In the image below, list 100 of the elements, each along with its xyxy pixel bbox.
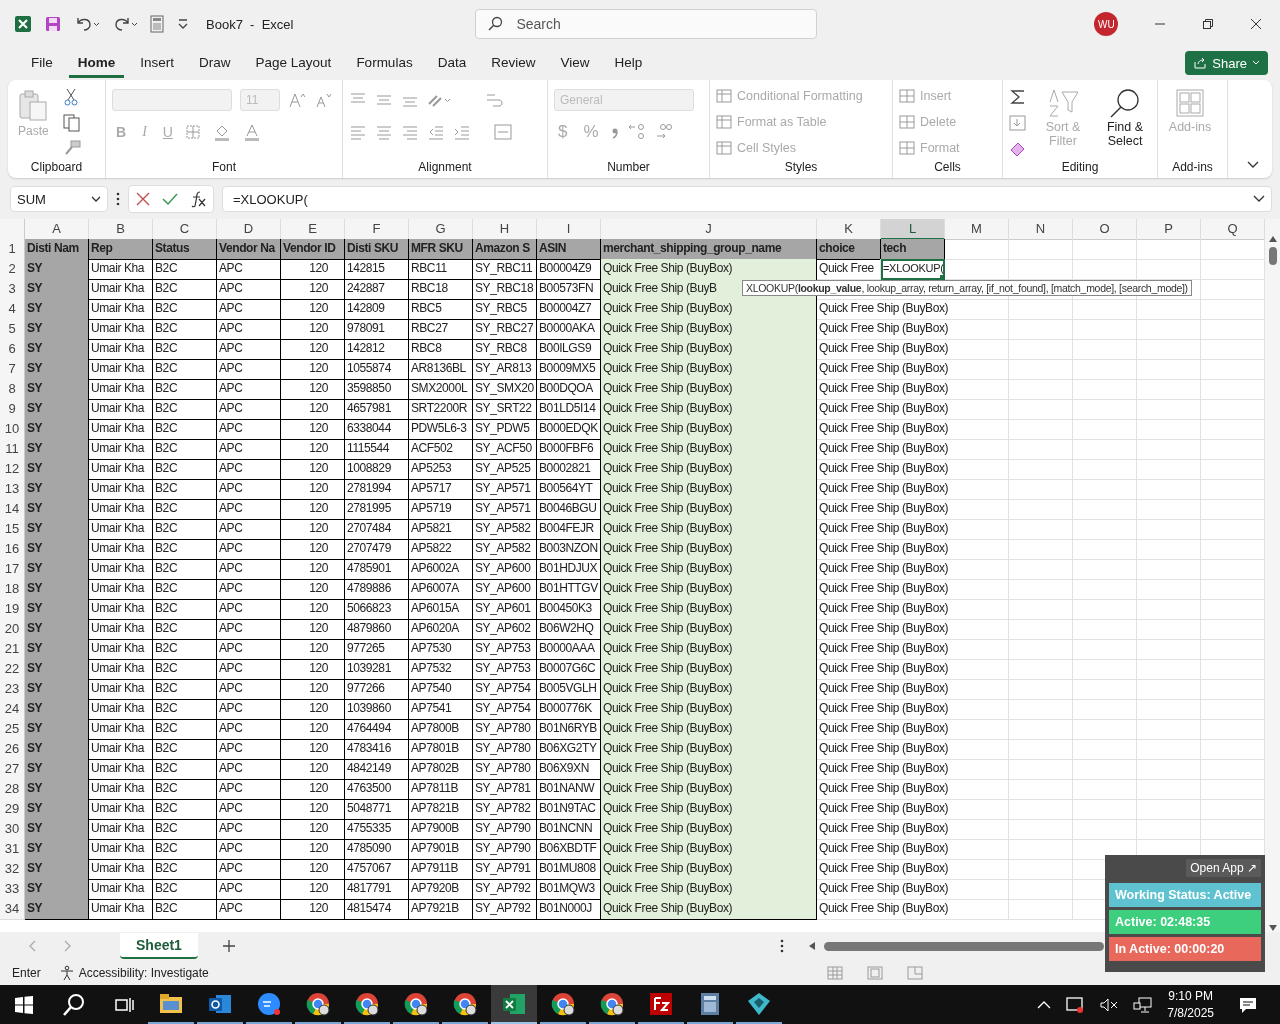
redo-icon[interactable] xyxy=(112,15,138,33)
close-icon[interactable] xyxy=(1250,18,1263,30)
add-sheet-icon[interactable] xyxy=(221,939,236,953)
ribbon-tab[interactable]: Help xyxy=(605,48,652,78)
ribbon-tab[interactable]: Home xyxy=(68,48,125,78)
row-number[interactable]: 31 xyxy=(0,839,25,860)
formula-field[interactable]: =XLOOKUP( xyxy=(222,186,1272,212)
ribbon-tab[interactable]: View xyxy=(551,48,599,78)
more-options-icon[interactable] xyxy=(779,939,784,953)
row-number[interactable]: 26 xyxy=(0,739,25,760)
customize-toolbar-icon[interactable] xyxy=(176,17,190,31)
user-avatar[interactable]: WU xyxy=(1094,12,1119,36)
insert-function-icon[interactable] xyxy=(189,190,207,208)
row-number[interactable]: 22 xyxy=(0,659,25,680)
ribbon-tab[interactable]: File xyxy=(22,48,62,78)
share-button[interactable]: Share xyxy=(1185,51,1268,75)
row-number[interactable]: 8 xyxy=(0,379,25,400)
calculator-icon[interactable] xyxy=(150,15,164,33)
row-number[interactable]: 19 xyxy=(0,599,25,620)
clock-time[interactable]: 9:10 PM xyxy=(1168,987,1213,1005)
collapse-ribbon-icon[interactable] xyxy=(1246,160,1260,170)
expand-icon[interactable] xyxy=(1253,195,1265,203)
row-number[interactable]: 11 xyxy=(0,439,25,460)
open-app-link[interactable]: Open App ↗ xyxy=(1186,859,1261,877)
row-number[interactable]: 9 xyxy=(0,399,25,420)
sheet-tab[interactable]: Sheet1 xyxy=(120,933,198,959)
notifications-icon[interactable] xyxy=(1238,995,1258,1014)
accessibility-status[interactable]: Accessibility: Investigate xyxy=(58,964,209,981)
scrollbar-thumb[interactable] xyxy=(823,941,1104,951)
column-header[interactable]: P xyxy=(1137,219,1201,240)
scroll-up-icon[interactable] xyxy=(1267,235,1278,243)
restore-icon[interactable] xyxy=(1202,18,1215,30)
autosum-icon[interactable] xyxy=(1009,88,1027,106)
clock-date[interactable]: 7/8/2025 xyxy=(1167,1004,1214,1022)
active-cell[interactable]: =XLOOKUP( xyxy=(881,259,945,280)
ribbon-tab[interactable]: Insert xyxy=(131,48,184,78)
search-field[interactable]: Search xyxy=(475,9,818,39)
cut-icon[interactable] xyxy=(62,88,79,106)
row-number[interactable]: 3 xyxy=(0,279,25,300)
row-number[interactable]: 12 xyxy=(0,459,25,480)
ribbon-tab[interactable]: Review xyxy=(482,48,545,78)
row-number[interactable]: 25 xyxy=(0,719,25,740)
row-number[interactable]: 10 xyxy=(0,419,25,440)
decrease-font-size-icon[interactable] xyxy=(314,92,332,108)
column-header[interactable]: N xyxy=(1009,219,1073,240)
search-icon[interactable] xyxy=(62,992,86,1017)
ribbon-tab[interactable]: Formulas xyxy=(347,48,422,78)
cancel-icon[interactable] xyxy=(135,191,151,207)
screen-alert-icon[interactable] xyxy=(1065,995,1086,1014)
row-number[interactable]: 17 xyxy=(0,559,25,580)
muted-speaker-icon[interactable] xyxy=(1099,996,1120,1013)
row-number[interactable]: 23 xyxy=(0,679,25,700)
row-number[interactable]: 34 xyxy=(0,899,25,920)
merge-cells-icon[interactable] xyxy=(493,123,513,141)
ribbon-tab[interactable]: Data xyxy=(428,48,476,78)
more-options-icon[interactable] xyxy=(116,192,120,206)
increase-font-size-icon[interactable] xyxy=(288,92,306,108)
row-number[interactable]: 24 xyxy=(0,699,25,720)
row-number[interactable]: 27 xyxy=(0,759,25,780)
row-number[interactable]: 28 xyxy=(0,779,25,800)
ribbon-tab[interactable]: Page Layout xyxy=(246,48,341,78)
row-number[interactable]: 6 xyxy=(0,339,25,360)
row-number[interactable]: 33 xyxy=(0,879,25,900)
row-number[interactable]: 30 xyxy=(0,819,25,840)
row-number[interactable]: 32 xyxy=(0,859,25,880)
row-number[interactable]: 21 xyxy=(0,639,25,660)
column-header[interactable]: M xyxy=(945,219,1009,240)
column-header[interactable]: O xyxy=(1073,219,1137,240)
start-icon[interactable] xyxy=(14,994,34,1015)
row-number[interactable]: 7 xyxy=(0,359,25,380)
eraser-icon[interactable] xyxy=(1009,140,1027,158)
scroll-down-icon[interactable] xyxy=(1267,924,1278,932)
column-header[interactable]: L xyxy=(881,219,945,240)
column-title-cell[interactable]: tech xyxy=(881,239,945,260)
network-icon[interactable] xyxy=(1133,995,1154,1014)
row-number[interactable]: 16 xyxy=(0,539,25,560)
enter-icon[interactable] xyxy=(161,191,179,207)
row-number[interactable]: 15 xyxy=(0,519,25,540)
save-icon[interactable] xyxy=(44,15,62,33)
orientation-icon[interactable] xyxy=(427,92,453,108)
chevron-up-icon[interactable] xyxy=(1037,999,1052,1010)
row-number[interactable]: 5 xyxy=(0,319,25,340)
undo-icon[interactable] xyxy=(74,15,100,33)
name-box[interactable]: SUM xyxy=(10,186,108,212)
scrollbar-thumb[interactable] xyxy=(1268,247,1277,265)
row-number[interactable]: 13 xyxy=(0,479,25,500)
find-select-button[interactable]: Find & Select xyxy=(1099,88,1151,160)
row-number[interactable]: 1 xyxy=(0,239,25,260)
font-name-field[interactable] xyxy=(112,89,232,111)
row-number[interactable]: 20 xyxy=(0,619,25,640)
row-number[interactable]: 29 xyxy=(0,799,25,820)
ribbon-tab[interactable]: Draw xyxy=(190,48,240,78)
row-number[interactable]: 18 xyxy=(0,579,25,600)
row-number[interactable]: 4 xyxy=(0,299,25,320)
scroll-left-icon[interactable] xyxy=(807,941,816,951)
row-number[interactable]: 2 xyxy=(0,259,25,280)
format-painter-icon[interactable] xyxy=(62,140,81,156)
copy-icon[interactable] xyxy=(62,114,81,132)
taskbar-button[interactable] xyxy=(491,985,537,1024)
row-number[interactable]: 14 xyxy=(0,499,25,520)
